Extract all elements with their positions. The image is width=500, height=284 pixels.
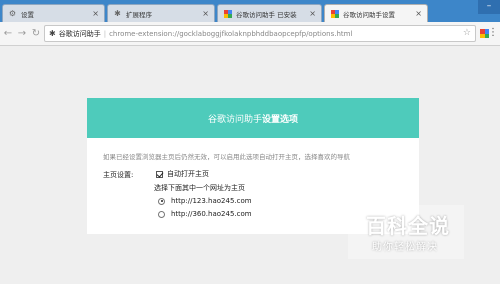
tab-extensions[interactable]: ✱ 扩展程序 × [107, 4, 215, 22]
tab-settings[interactable]: ⚙ 设置 × [2, 4, 105, 22]
radio-option-360[interactable]: http://360.hao245.com [158, 210, 252, 218]
close-icon[interactable]: × [309, 9, 316, 18]
puzzle-icon: ✱ [114, 9, 121, 18]
tab-label: 扩展程序 [126, 10, 152, 19]
radio-icon[interactable] [158, 197, 165, 205]
back-icon[interactable]: ← [1, 28, 15, 39]
watermark-title: 百科全说 [366, 214, 450, 238]
radio-option-123[interactable]: http://123.hao245.com [158, 197, 252, 205]
tab-label: 谷歌访问助手 已安装 [236, 10, 297, 19]
forward-icon[interactable]: → [15, 28, 29, 39]
close-icon[interactable]: × [92, 9, 99, 18]
gear-icon: ⚙ [8, 9, 17, 18]
address-bar[interactable]: ✱ 谷歌访问助手 | chrome-extension://gocklabogg… [44, 25, 476, 42]
auto-open-checkbox[interactable]: 自动打开主页 [156, 169, 209, 179]
header-prefix: 谷歌访问助手 [207, 114, 262, 125]
address-separator: | [103, 29, 107, 38]
radio-icon[interactable] [158, 210, 165, 218]
radio-label: http://123.hao245.com [171, 197, 252, 205]
close-icon[interactable]: × [415, 9, 422, 18]
tab-extension-settings[interactable]: 谷歌访问助手设置 × [324, 4, 428, 22]
auto-open-label: 自动打开主页 [167, 170, 209, 178]
homepage-label: 主页设置: [103, 171, 134, 179]
intro-text: 如果已经设置浏览器主页后仍然无效，可以启用此选项自动打开主页，选择喜欢的导航 [103, 153, 350, 161]
extension-color-icon [330, 9, 339, 18]
extension-color-icon [223, 9, 232, 18]
tab-extension-installed[interactable]: 谷歌访问助手 已安装 × [217, 4, 322, 22]
address-url: chrome-extension://gocklaboggjfkolaknpbh… [109, 29, 353, 38]
header-bold: 设置选项 [262, 114, 299, 125]
close-icon[interactable]: × [202, 9, 209, 18]
choose-label: 选择下面其中一个网址为主页 [154, 184, 245, 192]
checkbox-icon[interactable] [156, 170, 163, 178]
browser-toolbar: ← → ↻ ✱ 谷歌访问助手 | chrome-extension://gock… [0, 22, 500, 46]
puzzle-icon: ✱ [49, 29, 56, 38]
card-header: 谷歌访问助手 设置选项 [87, 98, 419, 138]
star-icon[interactable]: ☆ [463, 28, 471, 38]
tab-label: 谷歌访问助手设置 [343, 10, 395, 19]
menu-icon[interactable]: ⋮ [488, 27, 498, 38]
tab-label: 设置 [21, 10, 34, 19]
window-minimize-button[interactable]: – [478, 0, 500, 14]
address-origin: 谷歌访问助手 [58, 29, 101, 38]
reload-icon[interactable]: ↻ [29, 28, 43, 39]
radio-label: http://360.hao245.com [171, 210, 252, 218]
tab-strip: ⚙ 设置 × ✱ 扩展程序 × 谷歌访问助手 已安装 × 谷歌访问助手设置 × … [0, 0, 500, 22]
watermark-subtitle: 助你轻松解决 [372, 242, 438, 253]
